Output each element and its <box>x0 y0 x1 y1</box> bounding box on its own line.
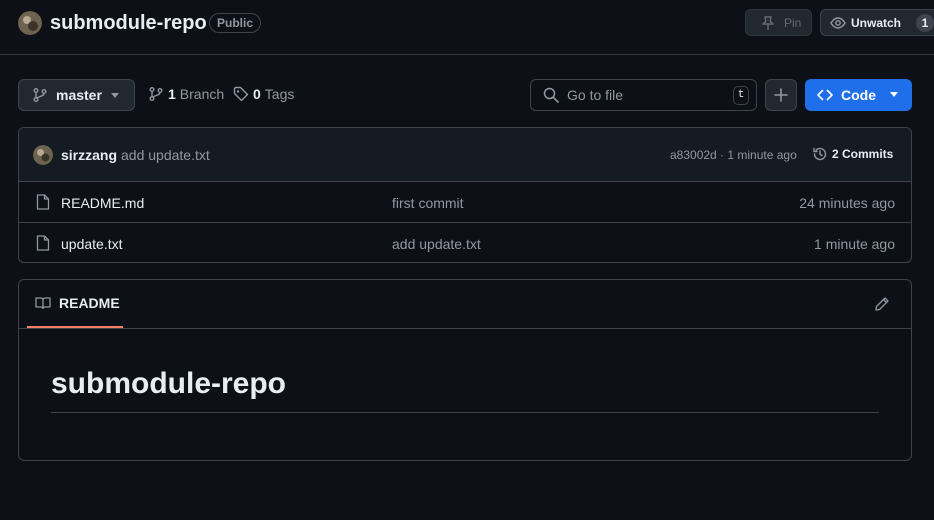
plus-icon <box>774 88 788 102</box>
commit-count-label: 2 Commits <box>832 147 894 161</box>
file-table: sirzzang add update.txt a83002d · 1 minu… <box>18 127 912 263</box>
file-name-link[interactable]: update.txt <box>61 236 123 252</box>
watch-count-badge: 1 <box>916 13 934 32</box>
file-age: 1 minute ago <box>814 236 895 252</box>
branch-count-label: Branch <box>179 86 225 102</box>
code-button[interactable]: Code <box>805 79 912 111</box>
file-icon <box>36 235 50 251</box>
visibility-badge: Public <box>209 13 262 33</box>
commit-hash-time[interactable]: a83002d · 1 minute ago <box>670 148 797 162</box>
tab-readme[interactable]: README <box>27 280 123 328</box>
readme-panel: README submodule-repo <box>18 279 912 461</box>
unwatch-button[interactable]: Unwatch 1 <box>820 9 934 36</box>
repo-header: submodule-repo Public Pin Unwatch 1 <box>0 0 934 55</box>
unwatch-label: Unwatch <box>851 15 902 30</box>
latest-commit-row: sirzzang add update.txt a83002d · 1 minu… <box>19 128 911 182</box>
code-button-label: Code <box>841 87 876 103</box>
go-to-file-search[interactable]: t <box>530 79 757 111</box>
git-branch-icon <box>32 87 48 103</box>
branch-name: master <box>56 87 102 103</box>
commits-link[interactable]: 2 Commits <box>812 146 893 162</box>
file-commit-message[interactable]: first commit <box>392 195 464 211</box>
pencil-icon[interactable] <box>874 296 890 312</box>
add-file-button[interactable] <box>765 79 797 111</box>
branches-link[interactable]: 1 Branch <box>148 86 224 102</box>
table-row: update.txt add update.txt 1 minute ago <box>19 223 911 262</box>
go-to-file-input[interactable] <box>567 87 717 103</box>
tag-count: 0 <box>253 86 261 102</box>
tag-count-label: Tags <box>264 86 295 102</box>
pin-button[interactable]: Pin <box>745 9 812 36</box>
file-name-link[interactable]: README.md <box>61 195 144 211</box>
repo-title[interactable]: submodule-repo <box>50 10 207 36</box>
table-row: README.md first commit 24 minutes ago <box>19 182 911 223</box>
tags-link[interactable]: 0 Tags <box>233 86 294 102</box>
branch-selector[interactable]: master <box>18 79 135 111</box>
divider <box>19 328 911 329</box>
eye-icon <box>830 15 846 31</box>
git-branch-icon <box>148 86 164 102</box>
code-icon <box>817 87 833 103</box>
pin-icon <box>760 15 776 31</box>
pin-label: Pin <box>784 15 802 30</box>
keyboard-shortcut-hint: t <box>733 86 749 105</box>
avatar[interactable] <box>18 11 42 35</box>
file-icon <box>36 194 50 210</box>
file-age: 24 minutes ago <box>799 195 895 211</box>
book-icon <box>35 295 51 311</box>
tag-icon <box>233 86 249 102</box>
readme-heading: submodule-repo <box>51 366 879 413</box>
history-icon <box>812 146 828 162</box>
chevron-down-icon <box>890 92 898 97</box>
avatar[interactable] <box>33 145 53 165</box>
chevron-down-icon <box>111 93 119 98</box>
readme-tab-label: README <box>59 295 120 311</box>
commit-message[interactable]: add update.txt <box>121 147 210 163</box>
commit-author[interactable]: sirzzang <box>61 147 117 163</box>
search-icon <box>543 87 559 103</box>
branch-count: 1 <box>168 86 176 102</box>
file-commit-message[interactable]: add update.txt <box>392 236 481 252</box>
